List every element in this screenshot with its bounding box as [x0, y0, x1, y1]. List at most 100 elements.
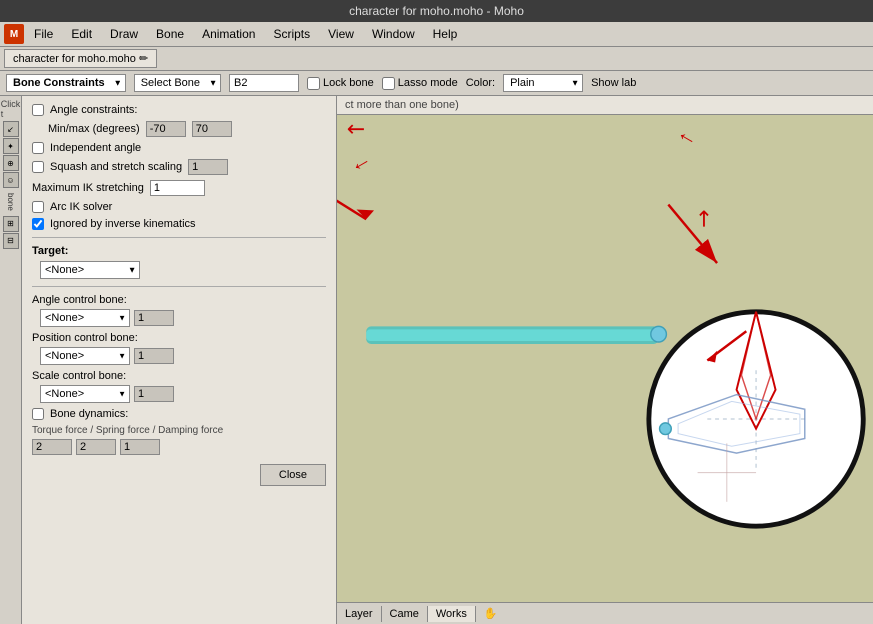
tab-label: character for moho.moho	[13, 53, 136, 65]
lasso-mode-checkbox[interactable]	[382, 77, 395, 90]
document-tab[interactable]: character for moho.moho ✏	[4, 49, 157, 68]
color-label: Color:	[466, 77, 495, 89]
position-control-dropdown[interactable]: <None> ▼	[40, 347, 130, 365]
scale-control-section: Scale control bone: <None> ▼	[32, 370, 326, 403]
camera-bottom-tab[interactable]: Came	[382, 606, 428, 622]
select-bone-label: Select Bone	[141, 77, 200, 89]
tool-btn-5[interactable]: ⊞	[3, 216, 19, 232]
scale-num-input[interactable]	[134, 386, 174, 402]
independent-angle-row: Independent angle	[32, 142, 326, 154]
constraints-panel: Angle constraints: Min/max (degrees) Ind…	[22, 96, 337, 624]
select-bone-dropdown[interactable]: Select Bone ▼	[134, 74, 221, 92]
color-value: Plain	[510, 77, 534, 89]
ignored-ik-label: Ignored by inverse kinematics	[50, 218, 196, 230]
select-bone-arrow-icon: ▼	[209, 79, 217, 88]
target-section: Target: <None> ▼	[32, 245, 326, 279]
torque-label: Torque force / Spring force / Damping fo…	[32, 425, 326, 436]
close-button[interactable]: Close	[260, 464, 326, 486]
separator-1	[32, 237, 326, 238]
tool-btn-3[interactable]: ⊕	[3, 155, 19, 171]
angle-constraints-label: Angle constraints:	[50, 104, 137, 116]
arc-ik-label: Arc IK solver	[50, 201, 112, 213]
works-bottom-tab[interactable]: Works	[428, 606, 476, 622]
click-t-text: Click t	[0, 98, 21, 120]
bone-constraints-label: Bone Constraints	[13, 77, 105, 89]
squash-stretch-row: Squash and stretch scaling	[32, 159, 326, 175]
position-num-input[interactable]	[134, 348, 174, 364]
separator-2	[32, 286, 326, 287]
scale-control-label: Scale control bone:	[32, 370, 326, 382]
instruction-text: ct more than one bone)	[345, 99, 459, 111]
toolbar: Bone Constraints ▼ Select Bone ▼ Lock bo…	[0, 71, 873, 96]
tab-bar: character for moho.moho ✏	[0, 47, 873, 71]
scale-control-dropdown[interactable]: <None> ▼	[40, 385, 130, 403]
canvas-svg	[337, 116, 873, 624]
menu-file[interactable]: File	[26, 25, 61, 43]
ignored-ik-checkbox[interactable]	[32, 218, 44, 230]
pencil-icon: ✏	[139, 53, 148, 65]
max-ik-input[interactable]	[150, 180, 205, 196]
lock-bone-checkbox[interactable]	[307, 77, 320, 90]
angle-control-label: Angle control bone:	[32, 294, 326, 306]
position-control-row: <None> ▼	[32, 347, 326, 365]
menu-view[interactable]: View	[320, 25, 362, 43]
color-dropdown[interactable]: Plain ▼	[503, 74, 583, 92]
target-row: <None> ▼	[32, 261, 326, 279]
independent-angle-checkbox[interactable]	[32, 142, 44, 154]
menu-edit[interactable]: Edit	[63, 25, 100, 43]
arc-ik-row: Arc IK solver	[32, 201, 326, 213]
title-bar: character for moho.moho - Moho	[0, 0, 873, 22]
app-logo: M	[4, 24, 24, 44]
tool-btn-4[interactable]: ☺	[3, 172, 19, 188]
tool-btn-6[interactable]: ⊟	[3, 233, 19, 249]
menu-bar: M File Edit Draw Bone Animation Scripts …	[0, 22, 873, 47]
target-dropdown[interactable]: <None> ▼	[40, 261, 140, 279]
color-arrow-icon: ▼	[571, 79, 579, 88]
squash-stretch-checkbox[interactable]	[32, 161, 44, 173]
menu-help[interactable]: Help	[425, 25, 466, 43]
independent-angle-label: Independent angle	[50, 142, 141, 154]
lock-bone-label: Lock bone	[307, 77, 374, 90]
squash-stretch-label: Squash and stretch scaling	[50, 161, 182, 173]
angle-control-num-input[interactable]	[134, 310, 174, 326]
min-max-label: Min/max (degrees)	[48, 123, 140, 135]
layer-bottom-tab[interactable]: Layer	[337, 606, 382, 622]
tool-btn-1[interactable]: ↙	[3, 121, 19, 137]
squash-value-input[interactable]	[188, 159, 228, 175]
bone-constraints-dropdown[interactable]: Bone Constraints ▼	[6, 74, 126, 92]
canvas-area: ct more than one bone)	[337, 96, 873, 624]
angle-control-row: <None> ▼	[32, 309, 326, 327]
min-max-row: Min/max (degrees)	[32, 121, 326, 137]
bone-label-text: bone	[6, 193, 15, 211]
tool-btn-2[interactable]: ✦	[3, 138, 19, 154]
close-button-row: Close	[32, 464, 326, 486]
torque-input-1[interactable]	[32, 439, 72, 455]
torque-input-3[interactable]	[120, 439, 160, 455]
lasso-mode-label: Lasso mode	[382, 77, 458, 90]
max-ik-label: Maximum IK stretching	[32, 182, 144, 194]
torque-row	[32, 439, 326, 455]
target-label: Target:	[32, 245, 326, 257]
bone-name-input[interactable]	[229, 74, 299, 92]
show-labels-label: Show lab	[591, 77, 636, 89]
bottom-tabs: Layer Came Works ✋	[337, 602, 873, 624]
position-control-section: Position control bone: <None> ▼	[32, 332, 326, 365]
bone-dynamics-row: Bone dynamics:	[32, 408, 326, 420]
menu-bone[interactable]: Bone	[148, 25, 192, 43]
angle-constraints-checkbox[interactable]	[32, 104, 44, 116]
menu-draw[interactable]: Draw	[102, 25, 146, 43]
scale-control-row: <None> ▼	[32, 385, 326, 403]
arc-ik-checkbox[interactable]	[32, 201, 44, 213]
menu-window[interactable]: Window	[364, 25, 423, 43]
angle-control-dropdown[interactable]: <None> ▼	[40, 309, 130, 327]
position-control-label: Position control bone:	[32, 332, 326, 344]
menu-animation[interactable]: Animation	[194, 25, 263, 43]
min-input[interactable]	[146, 121, 186, 137]
bone-dynamics-label: Bone dynamics:	[50, 408, 128, 420]
torque-input-2[interactable]	[76, 439, 116, 455]
menu-scripts[interactable]: Scripts	[265, 25, 318, 43]
left-toolbar: Click t ↙ ✦ ⊕ ☺ bone ⊞ ⊟	[0, 96, 22, 624]
max-input[interactable]	[192, 121, 232, 137]
bone-dynamics-checkbox[interactable]	[32, 408, 44, 420]
hand-tool[interactable]: ✋	[476, 605, 506, 622]
